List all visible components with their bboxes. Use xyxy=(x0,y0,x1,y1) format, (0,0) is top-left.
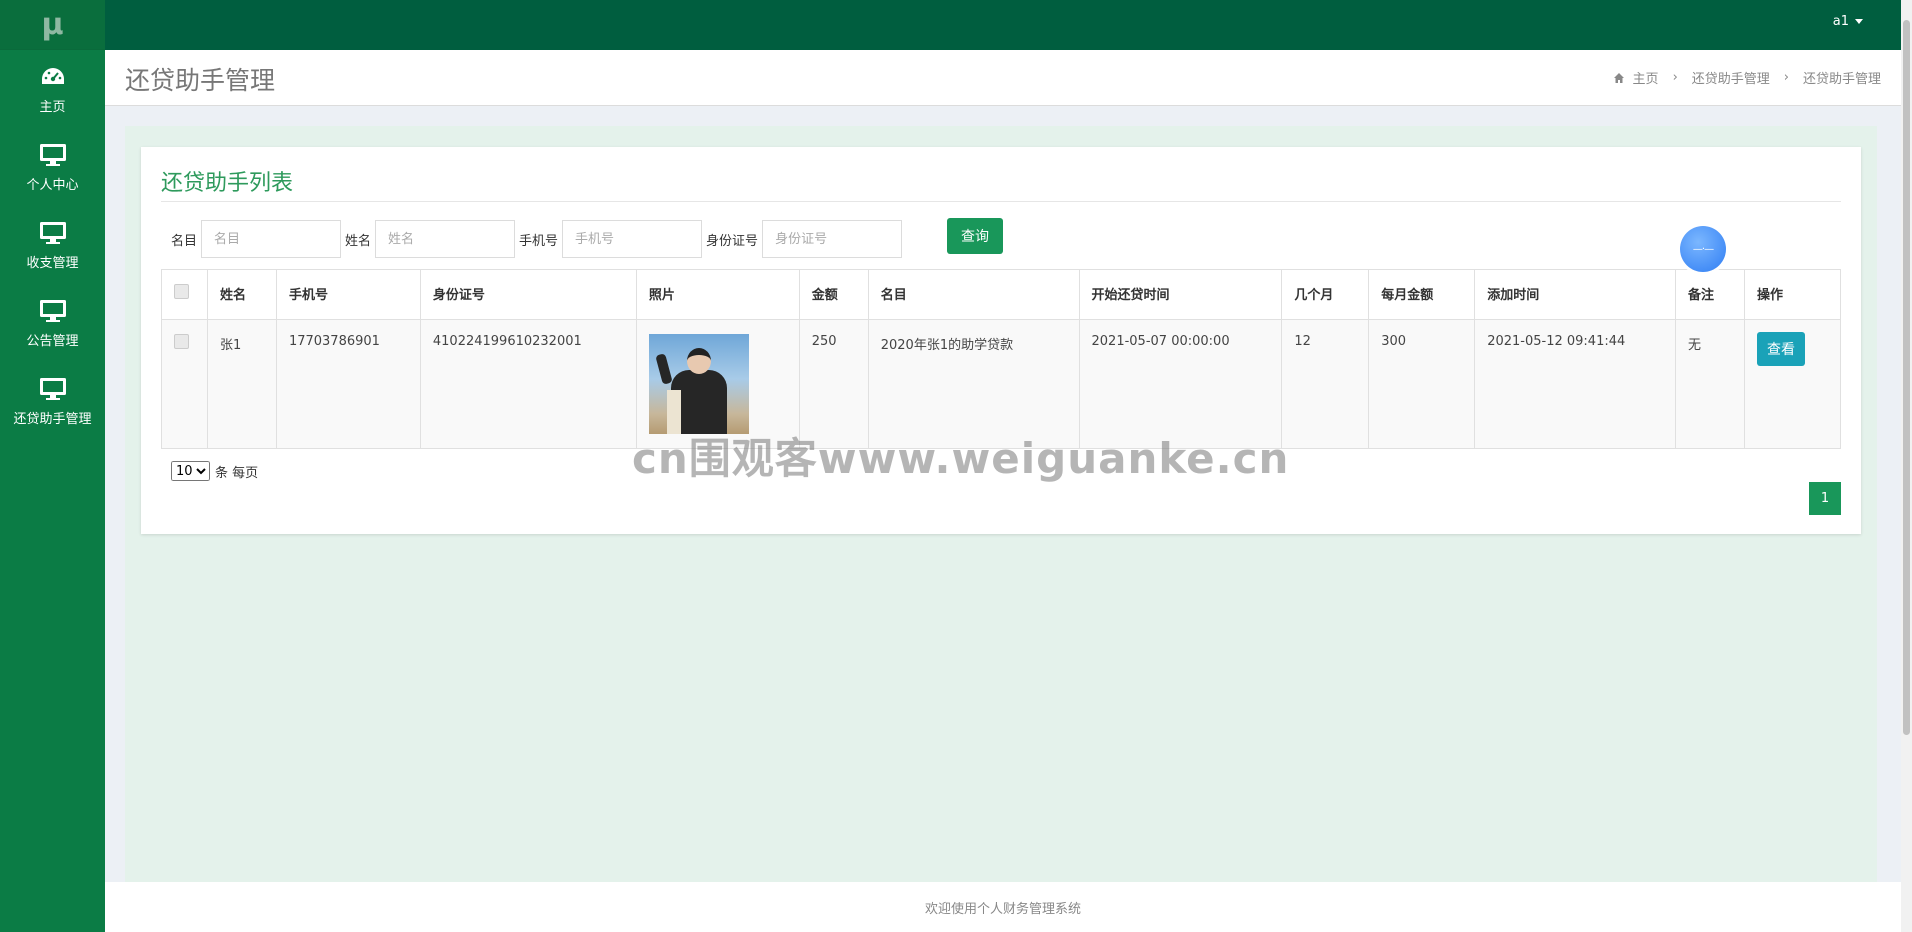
column-header: 手机号 xyxy=(275,269,421,320)
pagination-page-1[interactable]: 1 xyxy=(1809,482,1841,515)
row-select-cell xyxy=(161,319,208,449)
divider xyxy=(161,201,1841,202)
photo-figure-arm xyxy=(655,353,673,385)
column-header: 添加时间 xyxy=(1474,269,1677,320)
query-button[interactable]: 查询 xyxy=(947,218,1003,254)
search-label-id: 身份证号 xyxy=(706,233,759,249)
phone-search-input[interactable] xyxy=(562,220,703,258)
id-number-search-input[interactable] xyxy=(762,220,903,258)
breadcrumb-separator: › xyxy=(1672,70,1678,85)
column-header: 几个月 xyxy=(1281,269,1370,320)
search-label-phone: 手机号 xyxy=(519,233,559,249)
breadcrumb-current: 还贷助手管理 xyxy=(1802,72,1881,87)
home-icon xyxy=(1613,72,1624,83)
view-button[interactable]: 查看 xyxy=(1756,332,1805,366)
sidebar-item-loan-helper[interactable]: 还贷助手管理 xyxy=(0,362,105,440)
floating-ball-icon: —·— xyxy=(1692,243,1714,255)
loan-table: 姓名 手机号 身份证号 照片 金额 名目 开始还贷时间 几个月 每月金额 添加时… xyxy=(161,269,1842,449)
column-header: 照片 xyxy=(635,269,800,320)
monitor-icon xyxy=(38,220,68,246)
footer: 欢迎使用个人财务管理系统 xyxy=(105,882,1901,932)
page-scrollbar[interactable] xyxy=(1901,0,1912,932)
name-search-input[interactable] xyxy=(375,220,516,258)
breadcrumb-separator: › xyxy=(1783,70,1789,85)
item-search-input[interactable] xyxy=(201,220,342,258)
sidebar-item-home[interactable]: 主页 xyxy=(0,50,105,128)
top-navbar: a1 xyxy=(105,0,1901,50)
cell-actions: 查看 xyxy=(1743,319,1842,449)
select-all-checkbox[interactable] xyxy=(174,284,189,299)
select-all-cell xyxy=(161,269,208,320)
cell-months: 12 xyxy=(1281,319,1370,449)
sidebar-item-label: 还贷助手管理 xyxy=(13,411,92,427)
row-checkbox[interactable] xyxy=(174,334,189,349)
breadcrumb: 主页 › 还贷助手管理 › 还贷助手管理 xyxy=(1613,68,1881,87)
watermark: cn围观客www.weiguanke.cn xyxy=(632,434,1290,483)
person-photo[interactable] xyxy=(648,334,749,434)
scrollbar-thumb[interactable] xyxy=(1903,20,1910,735)
table-header-row: 姓名 手机号 身份证号 照片 金额 名目 开始还贷时间 几个月 每月金额 添加时… xyxy=(161,269,1842,320)
column-header: 名目 xyxy=(867,269,1080,320)
column-header: 金额 xyxy=(798,269,869,320)
monitor-icon xyxy=(38,298,68,324)
photo-figure-head xyxy=(686,348,711,374)
sidebar-item-label: 个人中心 xyxy=(26,177,79,193)
monitor-icon xyxy=(38,142,68,168)
sidebar-item-label: 收支管理 xyxy=(26,255,79,271)
column-header: 操作 xyxy=(1743,269,1842,320)
app-logo[interactable]: μ xyxy=(0,0,105,50)
page-size-select[interactable]: 10 xyxy=(171,461,210,481)
sidebar-item-income-expense[interactable]: 收支管理 xyxy=(0,206,105,284)
column-header: 开始还贷时间 xyxy=(1078,269,1283,320)
cell-name: 张1 xyxy=(206,319,277,449)
panel-title: 还贷助手列表 xyxy=(161,171,294,196)
cell-added-time: 2021-05-12 09:41:44 xyxy=(1474,319,1677,449)
search-label-name: 姓名 xyxy=(345,233,372,249)
dashboard-icon xyxy=(38,64,68,90)
column-header: 备注 xyxy=(1675,269,1745,320)
page-header: 还贷助手管理 主页 › 还贷助手管理 › 还贷助手管理 xyxy=(105,50,1901,106)
column-header: 身份证号 xyxy=(419,269,637,320)
content-area: 还贷助手列表 名目 姓名 手机号 身份证号 查询 姓名 手机号 身份证号 照片 … xyxy=(125,126,1877,882)
username: a1 xyxy=(1832,14,1849,29)
sidebar-item-announcements[interactable]: 公告管理 xyxy=(0,284,105,362)
cell-monthly-amount: 300 xyxy=(1368,319,1476,449)
cell-id-number: 410224199610232001 xyxy=(419,319,637,449)
caret-down-icon xyxy=(1855,19,1863,24)
breadcrumb-home[interactable]: 主页 xyxy=(1633,68,1659,87)
sidebar-item-label: 公告管理 xyxy=(26,333,79,349)
search-label-item: 名目 xyxy=(171,233,198,249)
column-header: 每月金额 xyxy=(1368,269,1476,320)
page-size-control: 10 条 每页 xyxy=(171,461,258,481)
page-size-suffix: 条 每页 xyxy=(215,465,259,481)
floating-assistant-ball[interactable]: —·— xyxy=(1680,226,1726,272)
sidebar-item-personal-center[interactable]: 个人中心 xyxy=(0,128,105,206)
column-header: 姓名 xyxy=(206,269,277,320)
breadcrumb-section[interactable]: 还贷助手管理 xyxy=(1692,68,1770,87)
sidebar: μ 主页 个人中心 收支管理 公告管理 还贷助手管理 xyxy=(0,0,105,932)
monitor-icon xyxy=(38,376,68,402)
cell-note: 无 xyxy=(1675,319,1745,449)
sidebar-item-label: 主页 xyxy=(39,99,66,115)
cell-phone: 17703786901 xyxy=(275,319,421,449)
user-menu[interactable]: a1 xyxy=(1833,14,1863,29)
page-title: 还贷助手管理 xyxy=(125,66,276,95)
search-form: 名目 姓名 手机号 身份证号 xyxy=(171,220,906,258)
